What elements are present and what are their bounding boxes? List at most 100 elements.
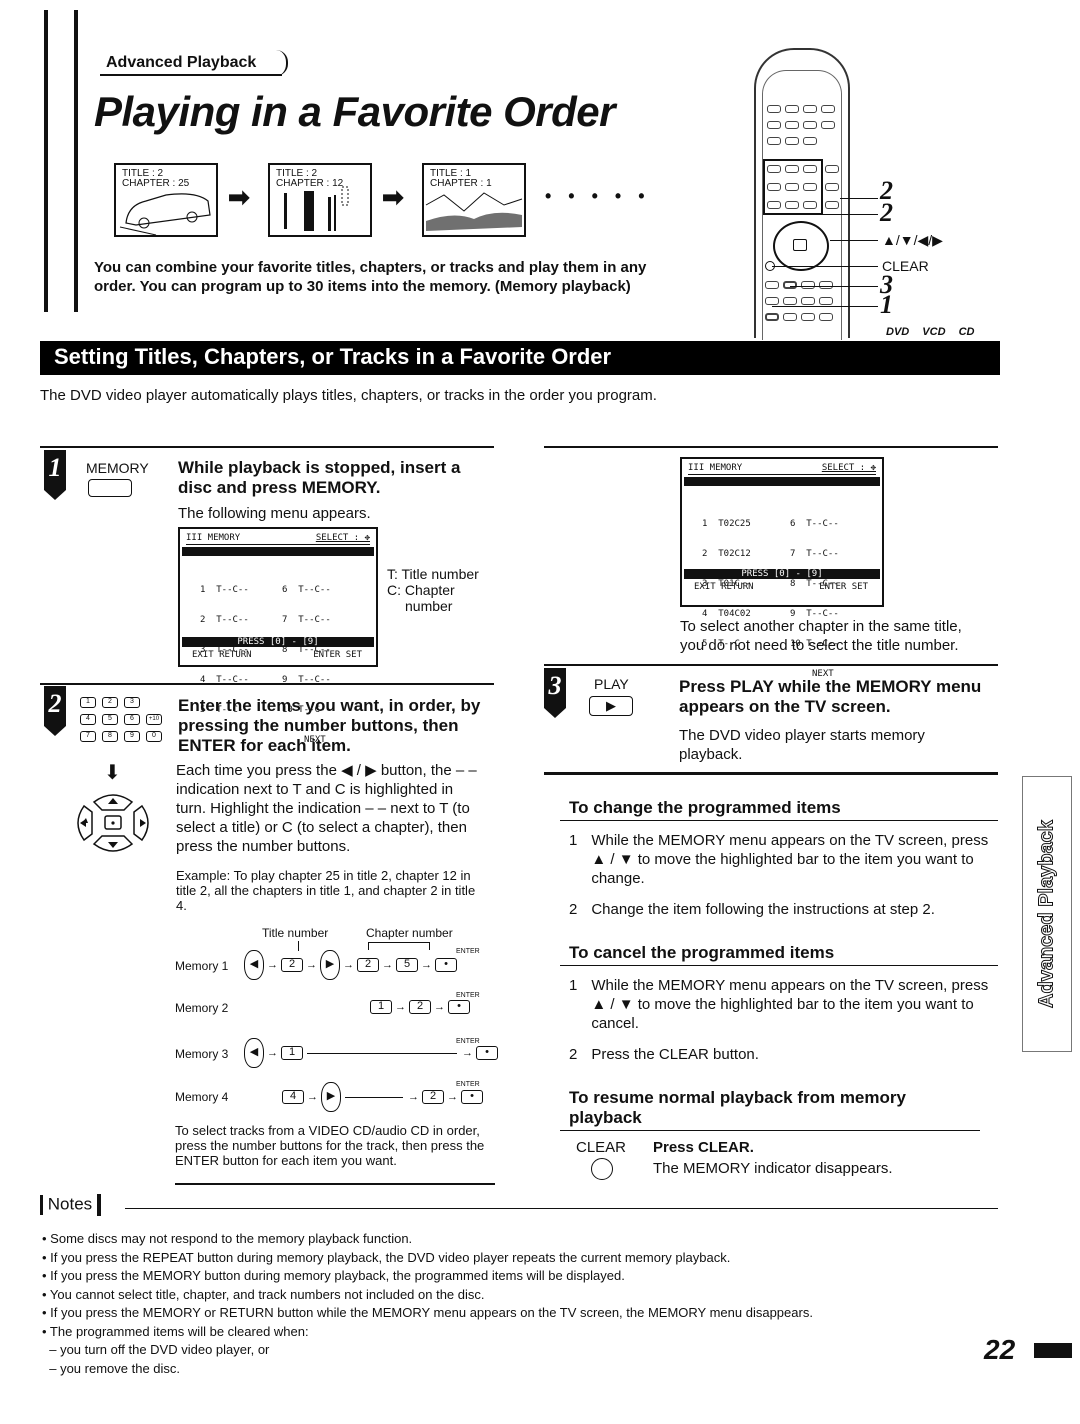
vcd-note: To select tracks from a VIDEO CD/audio C…	[175, 1123, 485, 1168]
key-plus10: +10	[146, 714, 162, 725]
mountain-illustration-icon	[425, 192, 523, 231]
direction-pad-icon	[77, 794, 149, 852]
memory-2-sequence: 1 → 2 → •	[370, 1000, 470, 1014]
divider	[544, 772, 998, 775]
remote-button	[767, 121, 781, 129]
number-keypad-icon: 1 2 3 4 5 6 +10 7 8 9 0	[80, 697, 180, 742]
cancel-heading: To cancel the programmed items	[569, 943, 835, 962]
number-key: 2	[281, 958, 303, 972]
memory-button-icon	[765, 313, 779, 321]
remote-button	[819, 297, 833, 305]
step-number-badge: 3	[544, 668, 566, 708]
osd-title: III MEMORY	[688, 463, 743, 473]
legend-title: T: Title number	[387, 566, 479, 582]
osd-select-hint: SELECT : ✥	[821, 463, 876, 473]
osd-select-hint: SELECT : ✥	[315, 533, 370, 543]
section-banner: Setting Titles, Chapters, or Tracks in a…	[40, 341, 1000, 375]
remote-button	[825, 183, 839, 191]
osd-row: 1 T02C25	[702, 519, 751, 529]
osd-highlight-bar	[182, 547, 374, 556]
play-button-icon: ▶	[589, 696, 633, 716]
resume-text: The MEMORY indicator disappears.	[653, 1160, 893, 1177]
notes-title: Notes	[47, 1194, 93, 1214]
enter-key: •	[476, 1046, 498, 1060]
remote-button	[785, 121, 799, 129]
osd-set: ENTER SET	[819, 582, 868, 592]
step3-text: The DVD video player starts memory playb…	[679, 727, 925, 763]
remote-button	[765, 281, 779, 289]
note-item: • You cannot select title, chapter, and …	[42, 1286, 485, 1302]
remote-button	[803, 105, 817, 113]
margin-bar	[74, 10, 78, 312]
remote-button	[783, 313, 797, 321]
remote-button	[783, 297, 797, 305]
change-heading: To change the programmed items	[569, 798, 841, 817]
key-7: 7	[80, 731, 96, 742]
step-badge-tip	[544, 708, 566, 718]
remote-button	[785, 201, 799, 209]
osd-row: 6 T--C--	[790, 519, 839, 529]
sequence-arrow-icon: ➡	[228, 182, 250, 212]
intro-text: You can combine your favorite titles, ch…	[94, 259, 647, 295]
chapter-number-label: Chapter number	[366, 926, 453, 940]
enter-key: •	[435, 958, 457, 972]
step2-text: Each time you press the ◀ / ▶ button, th…	[176, 762, 477, 855]
key-6: 6	[124, 714, 140, 725]
down-arrow-icon: ⬇	[104, 762, 121, 784]
enter-key: •	[448, 1000, 470, 1014]
divider	[560, 965, 998, 966]
osd-exit: EXIT RETURN	[694, 582, 754, 592]
disc-tag-cd: CD	[958, 326, 975, 338]
osd-highlight-bar	[684, 477, 880, 486]
step-badge-tip	[44, 490, 66, 500]
step1-heading: While playback is stopped, insert a disc…	[178, 458, 461, 497]
notes-header: Notes	[40, 1194, 101, 1216]
number-key: 2	[422, 1090, 444, 1104]
osd-press-bar: PRESS [0] - [9]	[182, 637, 374, 647]
remote-button	[821, 121, 835, 129]
remote-button	[803, 183, 817, 191]
key-8: 8	[102, 731, 118, 742]
play-button-icon	[783, 281, 797, 289]
remote-button	[803, 165, 817, 173]
key-5: 5	[102, 714, 118, 725]
memory-menu-screen-filled: III MEMORY SELECT : ✥ 1 T02C25 2 T02C12 …	[680, 457, 884, 679]
memory-1-label: Memory 1	[175, 959, 229, 973]
step1-text: The following menu appears.	[178, 505, 371, 522]
notes-bracket-icon	[40, 1195, 43, 1215]
callout-line	[772, 306, 878, 307]
divider	[40, 446, 494, 448]
callout-line	[830, 240, 878, 241]
key-3: 3	[124, 697, 140, 708]
notes-bracket-icon	[96, 1194, 101, 1216]
callout-arrows: ▲/▼/◀/▶	[882, 232, 943, 248]
callout-line	[772, 266, 878, 267]
section-tag-bracket	[276, 50, 288, 76]
side-tab-label: Advanced Playback	[1035, 820, 1058, 1009]
divider	[560, 820, 998, 821]
osd-press-bar: PRESS [0] - [9]	[684, 569, 880, 579]
memory-button-label: MEMORY	[86, 460, 149, 476]
remote-button	[819, 281, 833, 289]
clear-button-label: CLEAR	[576, 1139, 627, 1156]
remote-button	[803, 121, 817, 129]
remote-button	[785, 165, 799, 173]
remote-button	[767, 165, 781, 173]
key-0: 0	[146, 731, 162, 742]
remote-button	[785, 137, 799, 145]
screen-thumbnail: TITLE : 1 CHAPTER : 1	[422, 163, 526, 237]
change-item: 2 Change the item following the instructi…	[569, 901, 935, 918]
osd-row: 2 T--C--	[200, 615, 249, 625]
callout-step1-memory: 1	[880, 290, 893, 319]
note-item: • If you press the REPEAT button during …	[42, 1249, 731, 1265]
legend-chapter-cont: number	[405, 598, 453, 614]
remote-button	[767, 137, 781, 145]
memory-1-sequence: ◀ → 2 → ▶ → 2 → 5 → •	[244, 950, 457, 980]
left-button-icon: ◀	[244, 1038, 264, 1068]
disc-tag-vcd: VCD	[922, 326, 946, 338]
remote-button	[821, 105, 835, 113]
remote-button	[825, 201, 839, 209]
screen-thumbnail: TITLE : 2 CHAPTER : 12	[268, 163, 372, 237]
divider	[40, 683, 494, 685]
key-2: 2	[102, 697, 118, 708]
